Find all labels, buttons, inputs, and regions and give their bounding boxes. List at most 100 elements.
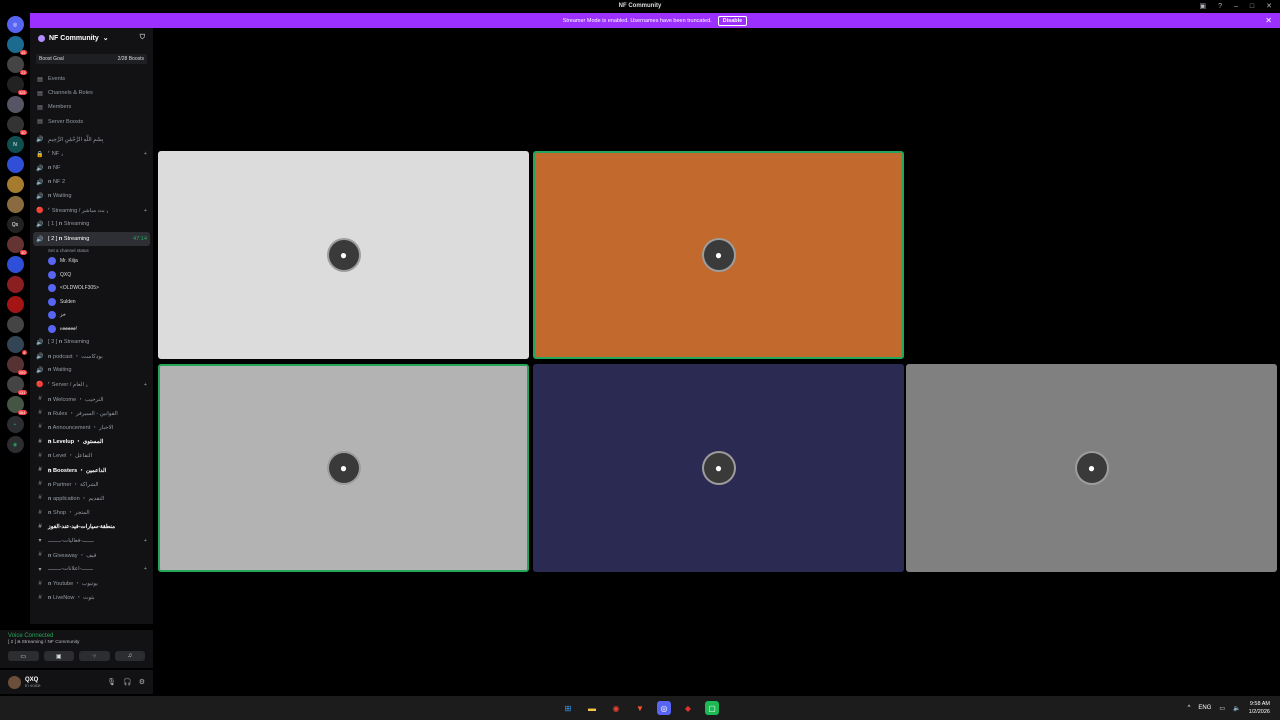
chevron-up-icon[interactable]: ^ (1188, 705, 1191, 711)
server-icon[interactable] (6, 96, 24, 113)
voice-user[interactable]: خز (30, 308, 153, 322)
voice-channel[interactable]: [ 2 ] 𝐧 Streaming / NF Community (8, 639, 145, 645)
channel-item[interactable]: # 𝐧 Giveaway ・ قيف (30, 548, 153, 562)
server-icon[interactable]: 364 (6, 396, 27, 415)
server-icon[interactable]: Qs (6, 216, 24, 233)
discord-icon[interactable]: ◎ (657, 701, 671, 715)
channel-item[interactable]: # 𝐧 Level ・ التفاعل (30, 449, 153, 463)
boost-goal[interactable]: Boost Goal 2/28 Boosts (36, 54, 147, 64)
add-channel-icon[interactable]: + (144, 208, 147, 214)
channel-item[interactable]: # 𝐧 application ・ التقديم (30, 491, 153, 505)
voice-user[interactable]: QXQ (30, 268, 153, 282)
lang-indicator[interactable]: ENG (1198, 705, 1211, 711)
nav-item[interactable]: ▤ Members (30, 100, 153, 114)
server-icon[interactable]: 325 (6, 76, 27, 95)
chrome-icon[interactable]: ◉ (609, 701, 623, 715)
nav-item[interactable]: ▤ Server Boosts (30, 115, 153, 129)
clock[interactable]: 9:58 AM 1/2/2026 (1249, 700, 1270, 716)
channel-item[interactable]: # 𝐧 Levelup ・ المستوى (30, 435, 153, 449)
close-icon[interactable]: ✕ (1265, 16, 1272, 25)
maximize-button[interactable]: □ (1250, 3, 1254, 10)
channel-category[interactable]: 🔴 ⸢ Streaming / بث مباشر ⸥ + (30, 204, 153, 218)
network-icon[interactable]: ▭ (1219, 705, 1225, 712)
server-icon[interactable] (6, 256, 24, 273)
activities-icon[interactable]: ⁘ (79, 651, 110, 661)
discord-home-icon[interactable]: ◎ (6, 16, 24, 33)
guild-header[interactable]: NF Community ⌄ ⛉ (30, 28, 153, 48)
voice-user[interactable]: 𝑣𝑒𝑒𝑒𝑒𝑒! (30, 322, 153, 336)
nav-item[interactable]: ▤ Events (30, 72, 153, 86)
channel-item[interactable]: # 𝐧 Welcome ・ الترحيب (30, 392, 153, 406)
video-tile[interactable]: ● (533, 364, 904, 572)
close-window-button[interactable]: ✕ (1266, 2, 1272, 10)
soundboard-icon[interactable]: ♫ (114, 651, 145, 661)
server-icon[interactable]: 30 (6, 236, 27, 255)
video-tile[interactable]: ● (158, 364, 529, 572)
channel-item[interactable]: # 𝐧 Youtube ・ يوتيوب (30, 576, 153, 590)
server-icon[interactable] (6, 156, 24, 173)
video-tile[interactable] (906, 151, 1277, 359)
channel-item[interactable]: 🔊 𝐧 Waiting (30, 364, 153, 378)
channel-category[interactable]: ▾ ـــــــ-اعلانات-ــــــــ + (30, 562, 153, 576)
server-icon[interactable]: 23 (6, 56, 27, 75)
server-icon[interactable]: 45 (6, 36, 27, 55)
channel-item[interactable]: 🔊 𝐧 podcast ・ بودكاست (30, 349, 153, 363)
start-icon[interactable]: ⊞ (561, 701, 575, 715)
app-icon[interactable]: ▢ (705, 701, 719, 715)
add-channel-icon[interactable]: + (144, 382, 147, 388)
video-tile[interactable]: ● (158, 151, 529, 359)
headphones-icon[interactable]: 🎧 (123, 678, 132, 686)
add-channel-icon[interactable]: + (144, 151, 147, 157)
app-icon[interactable]: ◆ (681, 701, 695, 715)
channel-item[interactable]: 🔊 [ 1 ] 𝐧 Streaming (30, 218, 153, 232)
channel-item[interactable]: 🔊 𝐧 NF 2 (30, 175, 153, 189)
add-channel-icon[interactable]: + (144, 566, 147, 572)
server-icon[interactable]: 299 (6, 356, 27, 375)
add-server-icon[interactable]: + (6, 416, 24, 433)
file-explorer-icon[interactable]: ▬ (585, 701, 599, 715)
channel-item[interactable]: 🔊 𝐧 NF (30, 161, 153, 175)
inbox-icon[interactable]: ▣ (1199, 2, 1206, 10)
server-icon[interactable]: 30 (6, 116, 27, 135)
voice-user[interactable]: <OLDWOLF305> (30, 281, 153, 295)
channel-item[interactable]: # 𝐧 LiveNow ・ بثوث (30, 591, 153, 605)
server-icon[interactable] (6, 296, 24, 313)
camera-icon[interactable]: ▭ (8, 651, 39, 661)
avatar[interactable] (8, 675, 21, 689)
channel-status[interactable]: Set a channel status (30, 246, 153, 254)
gear-icon[interactable]: ⚙ (139, 678, 145, 686)
channel-item[interactable]: # 𝐧 Partner ・ الشراكة (30, 477, 153, 491)
server-icon[interactable] (6, 196, 24, 213)
disable-streamer-mode-button[interactable]: Disable (717, 15, 748, 26)
channel-item[interactable]: # 𝐧 Rules ・ القوانين - السيرفر (30, 406, 153, 420)
active-voice-channel[interactable]: 🔊 [ 2 ] 𝐧 Streaming 47:14 (33, 232, 150, 247)
channel-item[interactable]: 🔊 𝐧 Waiting (30, 190, 153, 204)
channel-category[interactable]: ▾ ـــــــ-فعاليات-ــــــــ + (30, 534, 153, 548)
help-icon[interactable]: ? (1218, 3, 1222, 10)
server-icon[interactable]: 8 (6, 336, 27, 355)
channel-item[interactable]: # 𝐧 Shop ・ المتجر (30, 506, 153, 520)
voice-user[interactable]: Sulden (30, 295, 153, 309)
volume-icon[interactable]: 🔈 (1233, 705, 1240, 712)
video-tile[interactable]: ● (533, 151, 904, 359)
channel-item[interactable]: # 𝐧 Announcement ・ الاخبار (30, 420, 153, 434)
server-icon[interactable]: N (6, 136, 24, 153)
voice-user[interactable]: Mr. Kiija (30, 254, 153, 268)
video-tile[interactable]: ● (906, 364, 1277, 572)
server-icon[interactable] (6, 276, 24, 293)
channel-category[interactable]: 🔴 ⸢ Server / العام ⸥ + (30, 378, 153, 392)
server-icon[interactable] (6, 176, 24, 193)
server-icon[interactable] (6, 316, 24, 333)
channel-item[interactable]: # 𝐧 Boosters ・ الداعمين (30, 463, 153, 477)
add-channel-icon[interactable]: + (144, 538, 147, 544)
brave-icon[interactable]: ▼ (633, 701, 647, 715)
channel-category[interactable]: 🔒 ⸢ NF ⸥ + (30, 147, 153, 161)
nav-item[interactable]: ▤ Channels & Roles (30, 86, 153, 100)
server-icon[interactable]: 131 (6, 376, 27, 395)
discover-icon[interactable]: ◉ (6, 436, 24, 453)
channel-item[interactable]: 🔊 بِسْمِ اللَّهِ الرَّحْمَٰنِ الرَّحِيمِ (30, 133, 153, 147)
invite-icon[interactable]: ⛉ (140, 34, 145, 42)
channel-item[interactable]: # منطقة-سيارات-فيد-عند-الفوز (30, 520, 153, 534)
channel-item[interactable]: 🔊 [ 3 ] 𝐧 Streaming (30, 335, 153, 349)
minimize-button[interactable]: – (1234, 3, 1238, 10)
